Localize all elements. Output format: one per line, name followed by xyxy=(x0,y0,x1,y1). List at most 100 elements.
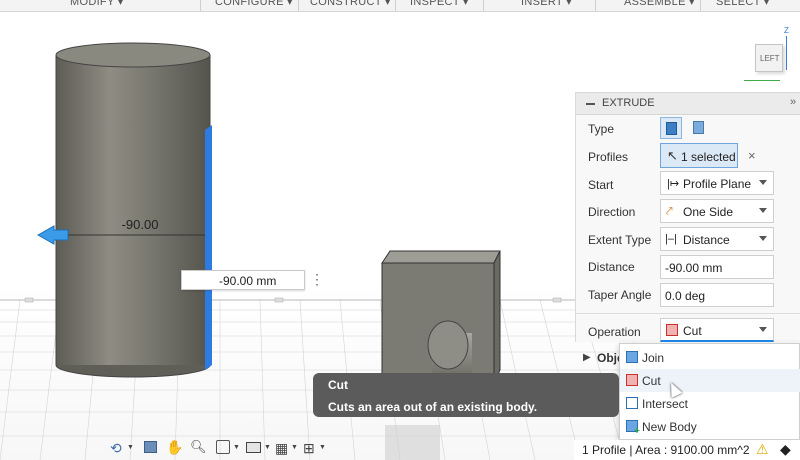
toolbar-divider xyxy=(595,0,596,11)
tooltip-description: Cuts an area out of an existing body. xyxy=(328,400,538,414)
chevron-down-icon[interactable]: ▼ xyxy=(233,444,240,451)
collapse-icon[interactable] xyxy=(586,103,595,105)
operation-option-join[interactable]: Join xyxy=(620,346,800,369)
start-value: Profile Plane xyxy=(683,177,752,191)
toolbar-divider xyxy=(395,0,396,11)
chevron-down-icon[interactable]: ▼ xyxy=(291,444,298,451)
input-menu-button[interactable]: ⋮ xyxy=(310,270,324,290)
distance-value: -90.00 mm xyxy=(665,261,723,275)
toolbar-divider xyxy=(298,0,299,11)
chevron-down-icon[interactable]: ▼ xyxy=(319,444,326,451)
zoom-icon[interactable]: 🔍︎ xyxy=(190,439,207,455)
viewports-icon[interactable]: ⊞ xyxy=(303,440,315,457)
chevron-down-icon xyxy=(759,236,767,241)
status-text: 1 Profile | Area : 9100.00 mm^2 xyxy=(582,443,750,457)
alert-icon[interactable]: ◆ xyxy=(780,441,791,458)
pan-icon[interactable]: ✋ xyxy=(166,439,183,456)
view-cube-axis-line xyxy=(786,36,787,70)
thin-extrude-icon xyxy=(693,121,704,134)
join-icon xyxy=(626,351,638,363)
look-at-icon[interactable] xyxy=(144,441,157,453)
modify-menu[interactable]: MODIFY ▾ xyxy=(70,0,124,8)
extent-type-label: Extent Type xyxy=(588,233,652,247)
cut-label: Cut xyxy=(642,374,661,388)
operation-label: Operation xyxy=(588,325,641,339)
viewport-distance-input[interactable]: -90.00 mm xyxy=(181,270,305,290)
warning-icon[interactable]: ⚠ xyxy=(756,441,769,458)
view-cube-label: LEFT xyxy=(760,54,780,63)
chevron-down-icon xyxy=(759,208,767,213)
direction-label: Direction xyxy=(588,205,636,219)
status-bar: 1 Profile | Area : 9100.00 mm^2 ⚠ ◆ xyxy=(574,440,800,460)
toolbar-divider xyxy=(483,0,484,11)
select-menu[interactable]: SELECT ▾ xyxy=(716,0,770,8)
configure-menu[interactable]: CONFIGURE ▾ xyxy=(215,0,293,8)
insert-menu[interactable]: INSERT ▾ xyxy=(521,0,572,8)
profiles-label: Profiles xyxy=(588,150,629,164)
operation-value: Cut xyxy=(683,324,702,338)
distance-input-value: -90.00 mm xyxy=(219,274,277,288)
dimension-label: -90.00 xyxy=(122,217,159,232)
clear-selection-icon[interactable]: × xyxy=(748,148,756,163)
tooltip-title: Cut xyxy=(328,378,348,392)
distance-label: Distance xyxy=(588,260,635,274)
taper-angle-label: Taper Angle xyxy=(588,288,652,302)
grid-icon[interactable]: ▦ xyxy=(275,440,288,457)
navigation-bar: ⟲ ▼ ✋ 🔍︎ ▼ ▼ ▦ ▼ ⊞ ▼ xyxy=(100,436,340,460)
new-body-label: New Body xyxy=(642,420,697,434)
chevron-down-icon[interactable]: ▼ xyxy=(264,444,271,451)
panel-title: EXTRUDE xyxy=(602,97,655,109)
start-label: Start xyxy=(588,178,614,192)
distance-icon: |–| xyxy=(665,233,677,245)
chevron-down-icon[interactable]: ▼ xyxy=(127,444,134,451)
profiles-selection[interactable]: ↖ 1 selected xyxy=(660,143,738,168)
expand-arrow-icon[interactable]: ▶ xyxy=(583,352,591,363)
type-label: Type xyxy=(588,122,615,136)
operation-option-intersect[interactable]: Intersect xyxy=(620,392,800,415)
toolbar-divider xyxy=(200,0,201,11)
view-cube-face[interactable]: LEFT xyxy=(755,44,783,72)
cut-option-icon xyxy=(626,374,638,386)
distance-field[interactable]: -90.00 mm xyxy=(660,255,774,279)
one-side-icon: ⤤ xyxy=(666,204,673,218)
start-select[interactable]: |↦ Profile Plane xyxy=(660,171,774,195)
expand-panel-icon[interactable]: » xyxy=(790,96,796,108)
operation-select[interactable]: Cut xyxy=(660,318,774,342)
toolbar-divider xyxy=(700,0,701,11)
chevron-down-icon xyxy=(759,180,767,185)
operation-option-cut[interactable]: Cut xyxy=(620,369,800,392)
operation-option-new-body[interactable]: + New Body xyxy=(620,415,800,438)
join-label: Join xyxy=(642,351,665,365)
cylinder-body xyxy=(55,42,211,378)
inspect-menu[interactable]: INSPECT ▾ xyxy=(410,0,469,8)
view-cube-axis-label: Z xyxy=(784,26,789,35)
profiles-value: 1 selected xyxy=(681,150,736,164)
panel-divider xyxy=(576,313,800,314)
view-cube[interactable]: LEFT Z xyxy=(744,26,790,81)
direction-value: One Side xyxy=(683,205,734,219)
assemble-menu[interactable]: ASSEMBLE ▾ xyxy=(624,0,695,8)
tooltip: Cut Cuts an area out of an existing body… xyxy=(313,373,619,417)
intersect-icon xyxy=(626,397,638,409)
cut-icon xyxy=(666,324,678,336)
operation-dropdown: Join Cut Intersect + New Body xyxy=(619,343,800,440)
extent-value: Distance xyxy=(683,233,730,247)
taper-value: 0.0 deg xyxy=(665,289,706,303)
direction-select[interactable]: ⤤ One Side xyxy=(660,199,774,223)
plus-icon: + xyxy=(634,426,640,437)
taper-angle-field[interactable]: 0.0 deg xyxy=(660,283,774,307)
fit-icon[interactable] xyxy=(216,440,230,454)
construct-menu[interactable]: CONSTRUCT ▾ xyxy=(310,0,391,8)
orbit-icon[interactable]: ⟲ xyxy=(110,440,122,457)
chevron-down-icon xyxy=(759,327,767,332)
extent-type-select[interactable]: |–| Distance xyxy=(660,227,774,251)
type-thin-button[interactable] xyxy=(688,117,710,139)
top-toolbar: MODIFY ▾ CONFIGURE ▾ CONSTRUCT ▾ INSPECT… xyxy=(0,0,800,12)
type-solid-button[interactable] xyxy=(660,117,682,139)
intersect-label: Intersect xyxy=(642,397,689,411)
display-settings-icon[interactable] xyxy=(246,442,261,453)
panel-header: EXTRUDE » xyxy=(576,93,800,115)
cut-face-highlight xyxy=(205,125,212,370)
solid-extrude-icon xyxy=(666,122,677,135)
cursor-arrow-icon: ↖ xyxy=(667,148,678,163)
